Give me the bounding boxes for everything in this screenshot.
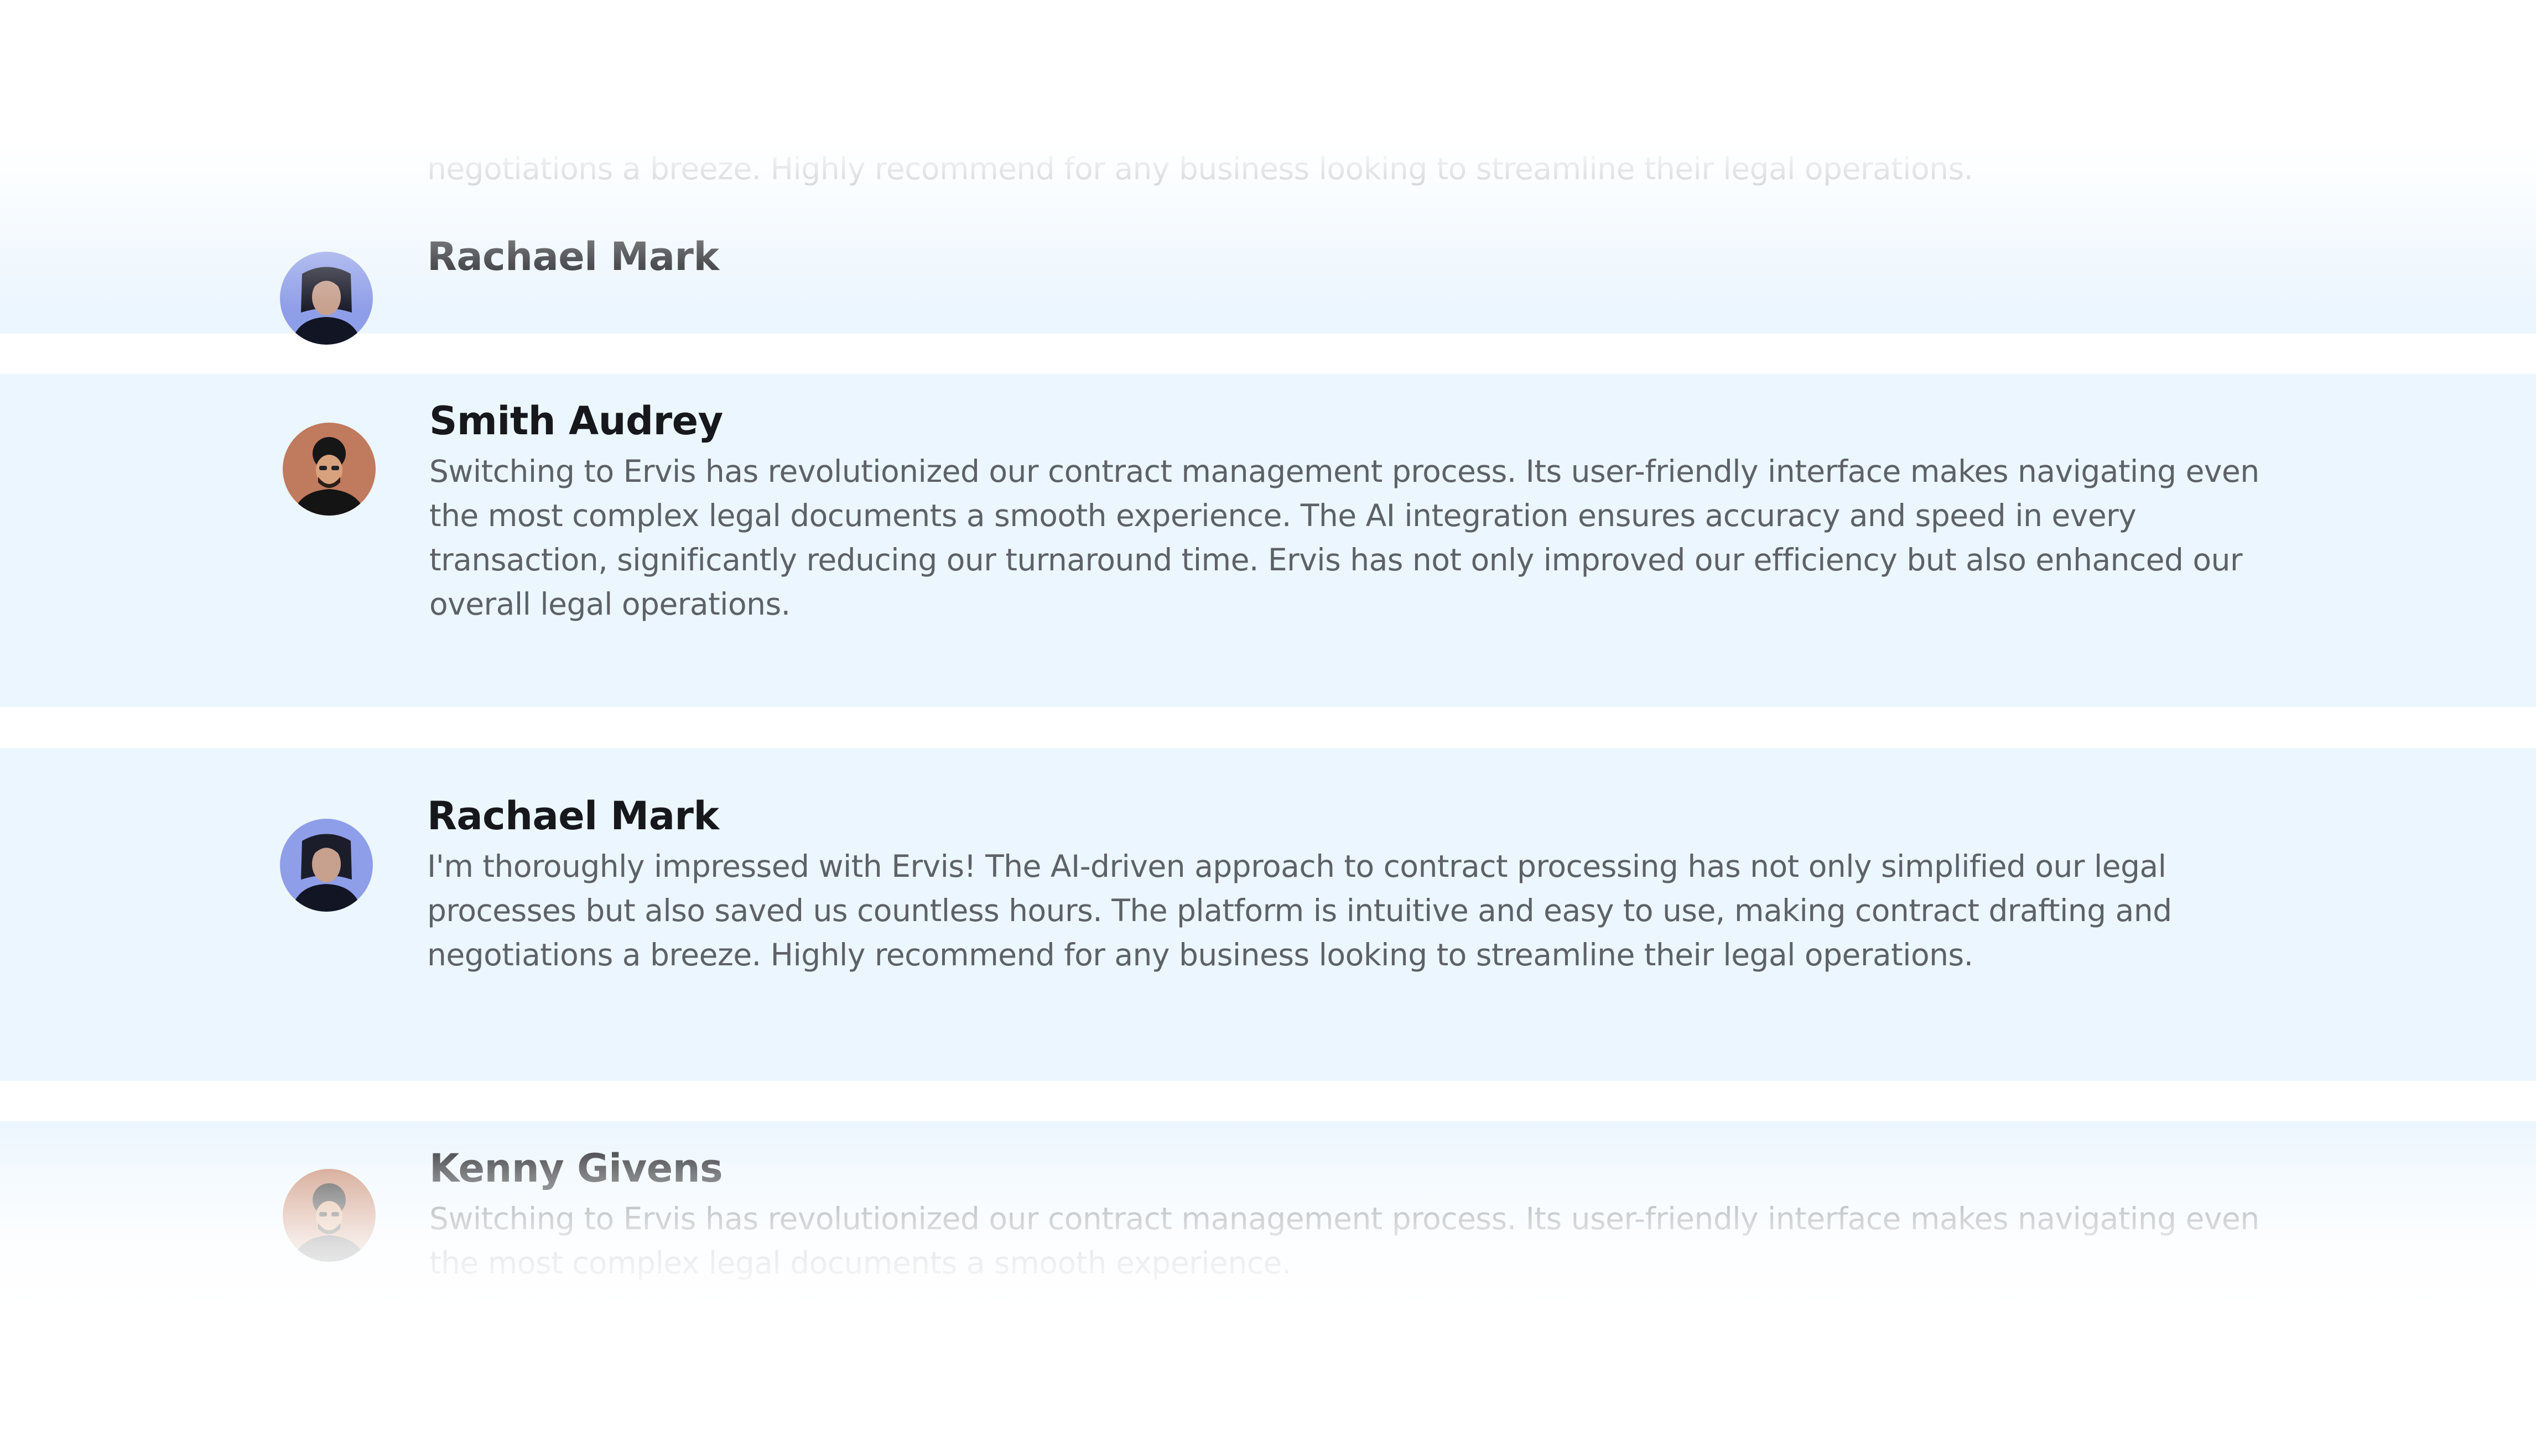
testimonial-author-name: Smith Audrey bbox=[429, 398, 723, 444]
man-portrait-avatar bbox=[283, 423, 376, 516]
man-portrait-avatar bbox=[283, 1169, 376, 1262]
testimonial-card: Kenny Givens Switching to Ervis has revo… bbox=[0, 1121, 2536, 1456]
testimonial-text: Switching to Ervis has revolutionized ou… bbox=[429, 1201, 2259, 1281]
woman-portrait-avatar bbox=[280, 252, 373, 345]
testimonial-author-name: Rachael Mark bbox=[427, 793, 719, 839]
testimonial-card: Rachael Mark I'm thoroughly impressed wi… bbox=[0, 748, 2536, 1081]
testimonial-author-name: Kenny Givens bbox=[429, 1146, 723, 1191]
woman-portrait-avatar bbox=[280, 819, 373, 912]
testimonial-text: I'm thoroughly impressed with Ervis! The… bbox=[427, 63, 2172, 186]
testimonial-card: Rachael Mark I'm thoroughly impressed wi… bbox=[0, 0, 2536, 345]
testimonial-text: Switching to Ervis has revolutionized ou… bbox=[429, 454, 2259, 622]
testimonial-card: Smith Audrey Switching to Ervis has revo… bbox=[0, 374, 2536, 707]
testimonial-text: I'm thoroughly impressed with Ervis! The… bbox=[427, 849, 2172, 973]
testimonials-section: Rachael Mark I'm thoroughly impressed wi… bbox=[0, 0, 2536, 1456]
testimonial-author-name: Rachael Mark bbox=[427, 234, 719, 279]
